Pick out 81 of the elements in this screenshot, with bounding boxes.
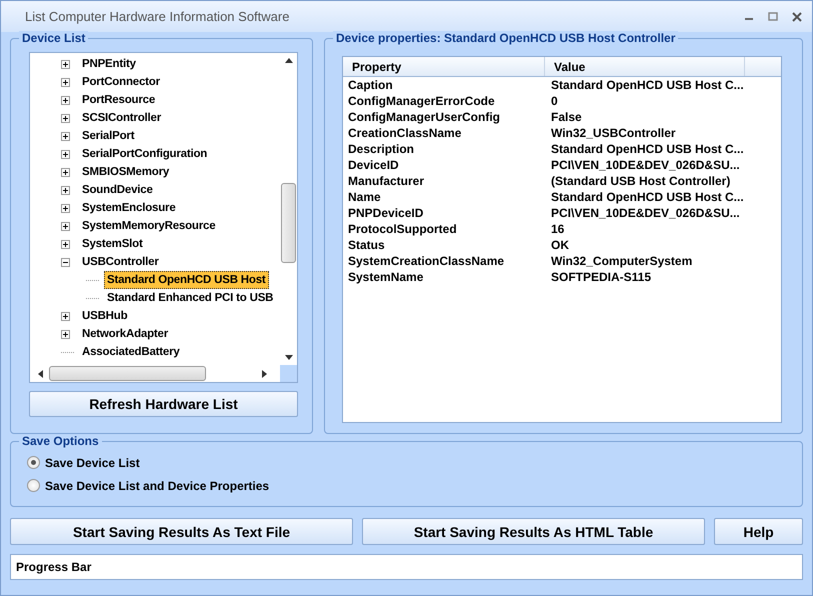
expand-icon[interactable] [61, 330, 70, 338]
expand-icon[interactable] [61, 114, 70, 122]
table-cell-text: Status [347, 238, 386, 252]
tree-item[interactable]: SoundDevice [79, 181, 156, 199]
scroll-thumb[interactable] [281, 183, 296, 263]
expand-icon[interactable] [61, 222, 70, 230]
action-button[interactable]: Start Saving Results As HTML Table [362, 518, 705, 545]
expand-icon[interactable] [61, 240, 70, 248]
tree-item[interactable]: PortResource [79, 91, 158, 109]
scroll-up-icon[interactable] [284, 57, 294, 63]
table-cell-text: Caption [347, 78, 394, 92]
expand-icon[interactable] [61, 312, 70, 320]
table-cell-text: (Standard USB Host Controller) [550, 174, 732, 188]
table-cell-text: OK [550, 238, 570, 252]
tree-item[interactable]: NetworkAdapter [79, 325, 172, 343]
column-header[interactable]: Property [343, 57, 545, 76]
table-cell-text: SystemCreationClassName [347, 254, 506, 268]
table-cell-text: 0 [550, 94, 559, 108]
refresh-button[interactable]: Refresh Hardware List [29, 391, 298, 417]
table-cell-text: ConfigManagerErrorCode [347, 94, 496, 108]
expand-icon[interactable] [61, 78, 70, 86]
table-cell-text: DeviceID [347, 158, 400, 172]
tree-item[interactable]: USBController [79, 253, 162, 271]
option-label[interactable]: Save Device List [45, 456, 140, 470]
expand-icon[interactable] [61, 60, 70, 68]
tree-item[interactable]: SerialPortConfiguration [79, 145, 210, 163]
table-cell-text: 16 [550, 222, 566, 236]
tree-item[interactable]: PortConnector [79, 73, 163, 91]
window-title: List Computer Hardware Information Software [25, 9, 290, 24]
tree-item[interactable]: SystemMemoryResource [79, 217, 218, 235]
expand-icon[interactable] [61, 204, 70, 212]
table-cell-text: PCI\VEN_10DE&DEV_026D&SU... [550, 206, 741, 220]
table-cell-text: CreationClassName [347, 126, 462, 140]
expand-icon[interactable] [61, 150, 70, 158]
radio-button[interactable] [27, 456, 40, 469]
tree-item[interactable]: AssociatedBattery [79, 343, 183, 361]
collapse-icon[interactable] [61, 258, 70, 266]
table-cell-text: Standard OpenHCD USB Host C... [550, 142, 745, 156]
table-cell-text: Standard OpenHCD USB Host C... [550, 78, 745, 92]
table-cell-text: Description [347, 142, 416, 156]
tree-item[interactable]: Standard OpenHCD USB Host [104, 271, 269, 289]
progress-label: Progress Bar [15, 560, 92, 574]
expand-icon[interactable] [61, 186, 70, 194]
table-cell-text: ConfigManagerUserConfig [347, 110, 502, 124]
tree-item[interactable]: SCSIController [79, 109, 164, 127]
tree-item[interactable]: SystemSlot [79, 235, 146, 253]
expand-icon[interactable] [61, 132, 70, 140]
scroll-right-icon[interactable] [262, 368, 268, 378]
scrollbar-corner [280, 365, 297, 382]
tree-item[interactable]: SerialPort [79, 127, 138, 145]
scroll-left-icon[interactable] [37, 368, 43, 378]
table-cell-text: False [550, 110, 583, 124]
table-cell-text: PCI\VEN_10DE&DEV_026D&SU... [550, 158, 741, 172]
table-cell-text: Name [347, 190, 382, 204]
tree-item[interactable]: PNPEntity [79, 55, 139, 73]
expand-icon[interactable] [61, 96, 70, 104]
option-label[interactable]: Save Device List and Device Properties [45, 478, 270, 492]
action-button[interactable]: Help [714, 518, 803, 545]
column-header[interactable]: Value [545, 57, 745, 76]
group-title: Device List [19, 31, 88, 45]
table-cell-text: Manufacturer [347, 174, 426, 188]
table-cell-text: Win32_USBController [550, 126, 677, 140]
group-title: Save Options [19, 434, 102, 448]
tree-item[interactable]: Standard Enhanced PCI to USB [104, 289, 276, 307]
expand-icon[interactable] [61, 168, 70, 176]
scroll-down-icon[interactable] [284, 355, 294, 361]
table-cell-text: SOFTPEDIA-S115 [550, 270, 652, 284]
table-cell-text: SystemName [347, 270, 424, 284]
table-cell-text: PNPDeviceID [347, 206, 424, 220]
table-cell-text: Win32_ComputerSystem [550, 254, 694, 268]
close-icon[interactable] [792, 12, 802, 22]
scroll-thumb[interactable] [49, 366, 206, 381]
tree-item[interactable]: SMBIOSMemory [79, 163, 172, 181]
action-button[interactable]: Start Saving Results As Text File [10, 518, 353, 545]
group-title: Device properties: Standard OpenHCD USB Host Controller [333, 31, 678, 45]
radio-button[interactable] [27, 479, 40, 492]
tree-item[interactable]: SystemEnclosure [79, 199, 179, 217]
table-cell-text: Standard OpenHCD USB Host C... [550, 190, 745, 204]
tree-item[interactable]: USBHub [79, 307, 130, 325]
maximize-icon[interactable] [768, 12, 778, 22]
table-cell-text: ProtocolSupported [347, 222, 458, 236]
